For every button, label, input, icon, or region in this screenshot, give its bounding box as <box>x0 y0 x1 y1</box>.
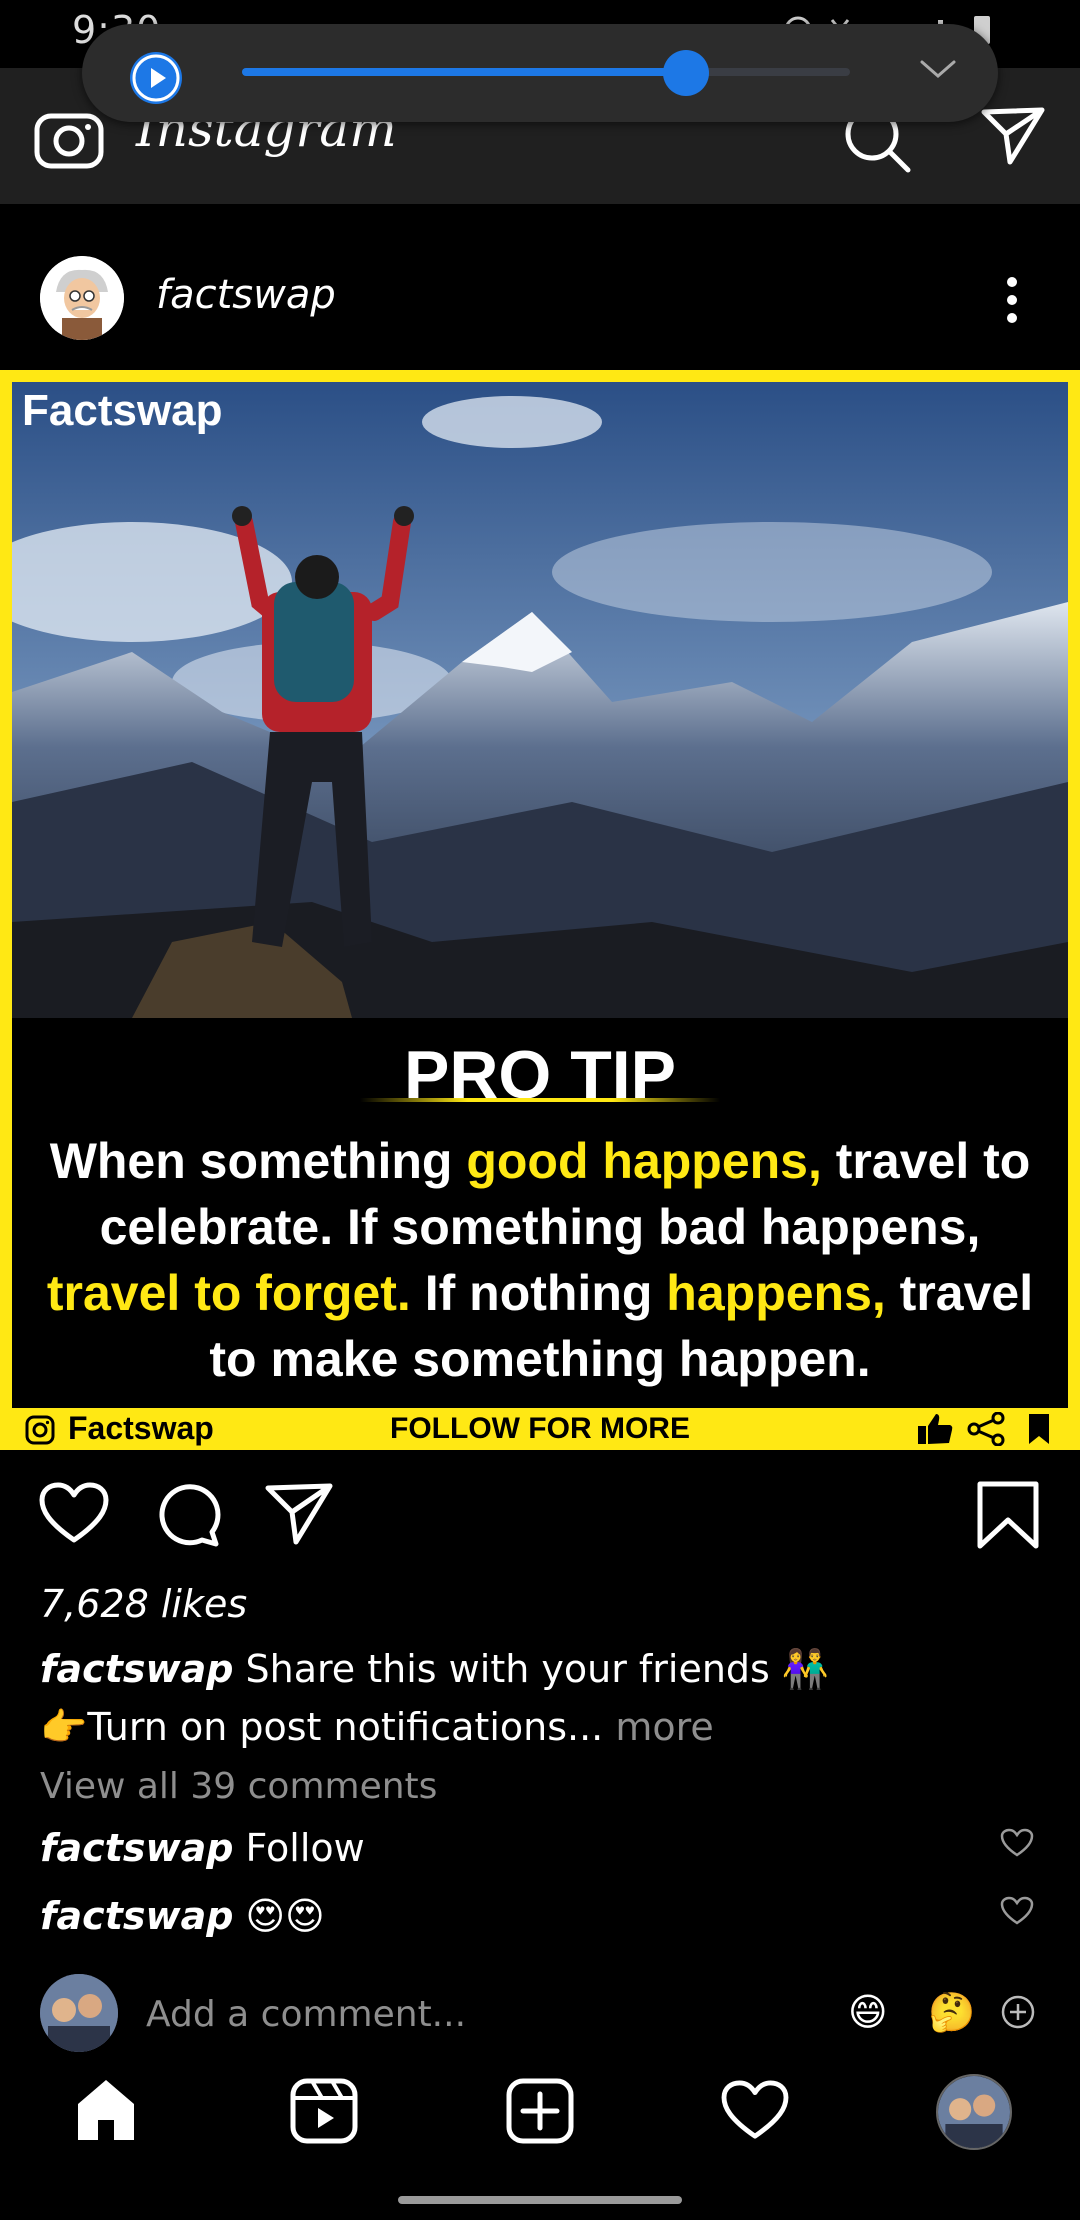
reaction-laugh[interactable]: 😄 <box>848 1990 888 2034</box>
add-comment-input[interactable]: Add a comment... <box>146 1994 466 2035</box>
heart-icon[interactable] <box>38 1482 110 1546</box>
quote-text: When something good happens, travel to c… <box>30 1128 1050 1392</box>
pro-tip-heading: PRO TIP <box>403 1037 677 1113</box>
more-link[interactable]: more <box>615 1705 713 1749</box>
activity-icon[interactable] <box>720 2080 790 2142</box>
comment-username[interactable]: factswap <box>40 1894 233 1938</box>
post-avatar[interactable] <box>40 256 124 340</box>
quote-highlight: happens, <box>666 1265 886 1321</box>
comment-text: 😍😍 <box>245 1894 325 1938</box>
playback-progress <box>242 68 686 76</box>
add-reaction-icon[interactable] <box>1000 1994 1036 2030</box>
play-button[interactable] <box>130 52 182 104</box>
caption-line-1: Share this with your friends 👫 <box>245 1647 830 1691</box>
bookmark-icon[interactable] <box>976 1480 1040 1550</box>
quote-fragment: If nothing <box>410 1265 667 1321</box>
comment-username[interactable]: factswap <box>40 1826 233 1870</box>
profile-avatar[interactable] <box>936 2074 1012 2150</box>
heading-underline <box>360 1098 720 1102</box>
direct-message-icon[interactable] <box>980 106 1046 166</box>
current-user-avatar <box>40 1974 118 2052</box>
comment-item: factswap 😍😍 <box>40 1894 1040 1952</box>
view-all-comments-link[interactable]: View all 39 comments <box>40 1766 437 1807</box>
chevron-down-icon[interactable] <box>916 56 960 82</box>
quote-highlight: travel to forget. <box>46 1265 411 1321</box>
reels-icon[interactable] <box>290 2078 358 2144</box>
mountain-photo <box>12 382 1068 1018</box>
reaction-thinking[interactable]: 🤔 <box>928 1990 975 2035</box>
camera-icon[interactable] <box>34 108 104 170</box>
more-options-icon[interactable] <box>1000 276 1024 324</box>
share-icon[interactable] <box>264 1482 334 1546</box>
likes-count[interactable]: 7,628 likes <box>40 1582 247 1626</box>
gesture-home-indicator[interactable] <box>398 2196 682 2204</box>
post-brand-label: Factswap <box>22 386 223 435</box>
quote-fragment: When something <box>49 1133 467 1189</box>
share-network-icon <box>966 1412 1006 1446</box>
comment-item: factswap Follow <box>40 1826 1040 1884</box>
thumbs-up-icon <box>916 1412 954 1446</box>
caption-username[interactable]: factswap <box>40 1647 233 1691</box>
caption-line-2: 👉Turn on post notifications... <box>40 1705 604 1749</box>
bookmark-small-icon <box>1026 1412 1052 1446</box>
comment-text: Follow <box>245 1826 365 1870</box>
comment-like-icon[interactable] <box>1000 1828 1034 1858</box>
quote-highlight: good happens, <box>466 1133 822 1189</box>
comment-like-icon[interactable] <box>1000 1896 1034 1926</box>
home-icon[interactable] <box>72 2076 140 2144</box>
create-icon[interactable] <box>506 2078 574 2144</box>
post-caption: factswap Share this with your friends 👫 … <box>40 1640 1040 1756</box>
comment-icon[interactable] <box>152 1480 222 1550</box>
playback-thumb[interactable] <box>662 50 709 96</box>
post-username[interactable]: factswap <box>156 272 336 318</box>
